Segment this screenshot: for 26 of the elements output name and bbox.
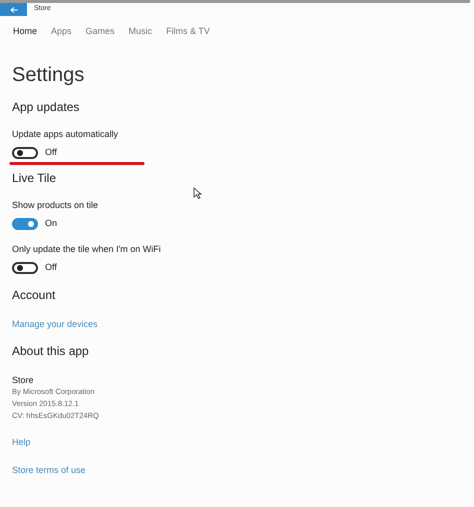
toggle-switch[interactable] [12,146,38,159]
setting-label: Only update the tile when I'm on WiFi [12,242,162,256]
page-heading: Settings [12,62,86,86]
section-heading: Account [12,286,56,304]
back-arrow-icon [10,6,18,12]
nav-tab[interactable]: Games [86,25,115,38]
toggle-switch[interactable] [12,218,38,230]
link[interactable]: Store terms of use [12,464,86,477]
nav-tab[interactable]: Apps [51,25,72,38]
nav-tab[interactable]: Films & TV [166,25,210,38]
setting-label: Update apps automatically [12,128,120,141]
app-info-text: Store [12,374,35,386]
mouse-pointer-icon [193,187,202,199]
toggle-state-text: Off [45,146,57,159]
section-heading: About this app [12,343,90,360]
link[interactable]: Help [12,436,31,450]
toggle-switch[interactable] [12,262,38,274]
toggle-state-text: On [45,217,58,230]
section-heading: Live Tile [12,170,58,186]
nav-tab[interactable]: Home [13,25,38,38]
toggle-state-text: Off [45,261,57,274]
link[interactable]: Manage your devices [12,318,98,331]
section-heading: App updates [12,98,80,116]
nav-tab[interactable]: Music [128,25,152,38]
setting-label: Show products on tile [12,198,100,212]
back-button[interactable] [0,3,27,16]
